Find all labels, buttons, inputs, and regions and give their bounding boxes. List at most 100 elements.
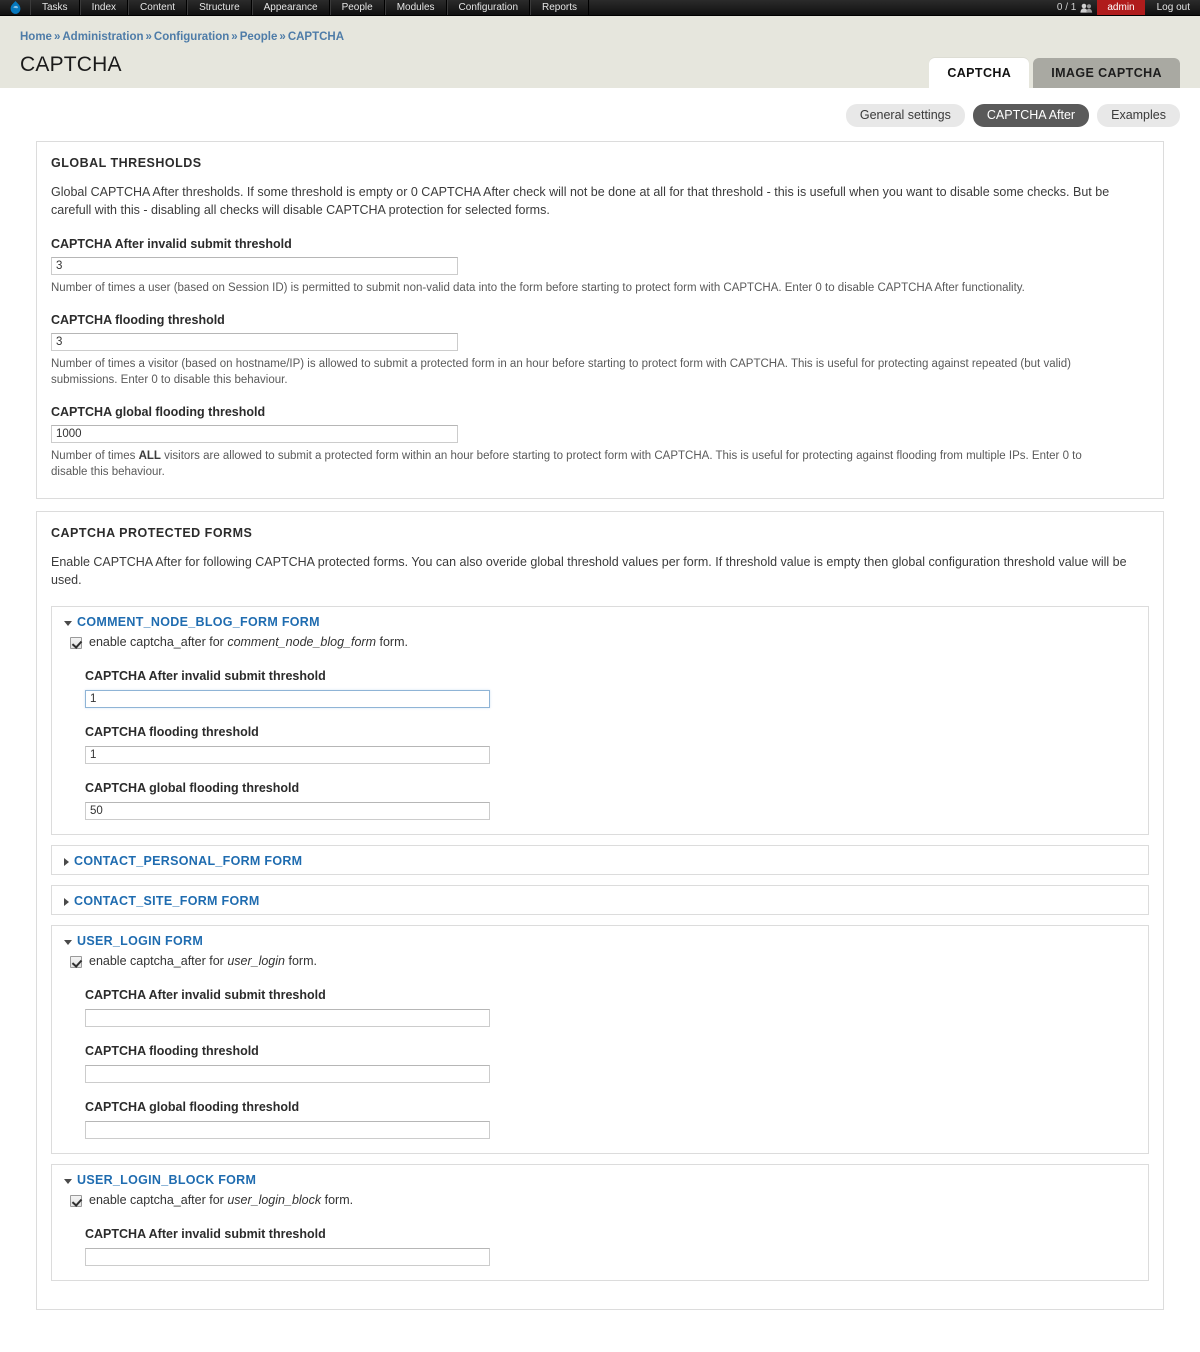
user-count[interactable]: 0 / 1 bbox=[1049, 0, 1097, 15]
toolbar-logout[interactable]: Log out bbox=[1145, 0, 1200, 15]
flooding-threshold-input[interactable] bbox=[85, 1065, 490, 1083]
enable-captcha-after-row-user-login-block[interactable]: enable captcha_after for user_login_bloc… bbox=[69, 1193, 1136, 1208]
fieldset-title: CONTACT_SITE_FORM FORM bbox=[74, 894, 260, 908]
admin-toolbar: Tasks Index Content Structure Appearance… bbox=[0, 0, 1200, 16]
global-invalid-submit-threshold-input[interactable] bbox=[51, 257, 458, 275]
field-global-global-flooding-threshold: CAPTCHA global flooding threshold Number… bbox=[51, 404, 1149, 480]
breadcrumb-separator: » bbox=[145, 31, 152, 43]
toolbar-item-index[interactable]: Index bbox=[79, 0, 129, 15]
drupal-logo[interactable] bbox=[0, 0, 30, 15]
field-flooding-threshold-comment-node-blog-form: CAPTCHA flooding threshold bbox=[69, 724, 1136, 764]
fieldset-contact-site-form: CONTACT_SITE_FORM FORM bbox=[51, 885, 1149, 915]
global-flooding-threshold-input[interactable] bbox=[85, 802, 490, 820]
field-global-flooding-threshold: CAPTCHA flooding threshold Number of tim… bbox=[51, 312, 1149, 388]
fieldset-legend-contact-personal-form[interactable]: CONTACT_PERSONAL_FORM FORM bbox=[52, 846, 1148, 874]
breadcrumb-item-people[interactable]: People bbox=[240, 31, 278, 43]
field-label: CAPTCHA After invalid submit threshold bbox=[51, 237, 292, 251]
toolbar-item-structure[interactable]: Structure bbox=[187, 0, 252, 15]
secondary-tabs: General settings CAPTCHA After Examples bbox=[0, 88, 1200, 127]
field-label: CAPTCHA flooding threshold bbox=[85, 725, 259, 739]
field-description: Number of times a user (based on Session… bbox=[51, 282, 1025, 294]
chevron-down-icon bbox=[64, 939, 72, 945]
cb-machine-name: user_login bbox=[227, 954, 285, 968]
breadcrumb-separator: » bbox=[53, 31, 61, 43]
enable-captcha-after-checkbox[interactable] bbox=[70, 636, 82, 649]
fieldset-title: COMMENT_NODE_BLOG_FORM FORM bbox=[77, 615, 320, 629]
field-invalid-submit-threshold-user-login: CAPTCHA After invalid submit threshold bbox=[69, 987, 1136, 1027]
toolbar-item-content[interactable]: Content bbox=[128, 0, 188, 15]
enable-captcha-after-checkbox[interactable] bbox=[70, 1194, 82, 1207]
enable-captcha-after-row-comment-node-blog-form[interactable]: enable captcha_after for comment_node_bl… bbox=[69, 635, 1136, 650]
flooding-threshold-input[interactable] bbox=[85, 746, 490, 764]
global-flooding-threshold-input[interactable] bbox=[85, 1121, 490, 1139]
field-global-invalid-submit-threshold: CAPTCHA After invalid submit threshold N… bbox=[51, 236, 1149, 296]
invalid-submit-threshold-input[interactable] bbox=[85, 1248, 490, 1266]
global-thresholds-panel: GLOBAL THRESHOLDS Global CAPTCHA After t… bbox=[36, 141, 1164, 499]
toolbar-item-tasks[interactable]: Tasks bbox=[30, 0, 80, 15]
field-label: CAPTCHA After invalid submit threshold bbox=[85, 988, 326, 1002]
tab-image-captcha[interactable]: IMAGE CAPTCHA bbox=[1033, 58, 1180, 88]
fieldset-body: enable captcha_after for comment_node_bl… bbox=[52, 635, 1148, 834]
breadcrumb-separator: » bbox=[279, 31, 286, 43]
toolbar-item-reports[interactable]: Reports bbox=[530, 0, 590, 15]
field-label: CAPTCHA global flooding threshold bbox=[51, 405, 266, 419]
user-count-label: 0 / 1 bbox=[1056, 2, 1077, 13]
people-icon bbox=[1080, 3, 1093, 13]
global-global-flooding-threshold-input[interactable] bbox=[51, 425, 458, 443]
toolbar-item-people[interactable]: People bbox=[329, 0, 385, 15]
enable-captcha-after-row-user-login[interactable]: enable captcha_after for user_login form… bbox=[69, 954, 1136, 969]
page-header: Home» Administration» Configuration» People… bbox=[0, 16, 1200, 88]
cb-machine-name: user_login_block bbox=[227, 1193, 322, 1207]
toolbar-menu: Tasks Index Content Structure Appearance… bbox=[30, 0, 590, 15]
tab-captcha[interactable]: CAPTCHA bbox=[929, 58, 1030, 88]
toolbar-item-configuration[interactable]: Configuration bbox=[446, 0, 531, 15]
subtab-general-settings[interactable]: General settings bbox=[845, 104, 965, 127]
cb-prefix: enable captcha_after for bbox=[89, 635, 224, 649]
toolbar-item-modules[interactable]: Modules bbox=[384, 0, 447, 15]
breadcrumb-item-configuration[interactable]: Configuration bbox=[154, 31, 229, 43]
fieldset-legend-user-login-block[interactable]: USER_LOGIN_BLOCK FORM bbox=[52, 1165, 1148, 1193]
enable-captcha-after-label: enable captcha_after for user_login form… bbox=[89, 954, 317, 969]
breadcrumb-item-captcha[interactable]: CAPTCHA bbox=[288, 31, 344, 43]
breadcrumb-item-administration[interactable]: Administration bbox=[62, 31, 143, 43]
field-global-flooding-threshold-comment-node-blog-form: CAPTCHA global flooding threshold bbox=[69, 780, 1136, 820]
desc-bold: ALL bbox=[138, 450, 161, 462]
enable-captcha-after-label: enable captcha_after for comment_node_bl… bbox=[89, 635, 408, 650]
desc-pre: Number of times bbox=[51, 450, 139, 462]
field-label: CAPTCHA global flooding threshold bbox=[85, 781, 300, 795]
cb-suffix: form. bbox=[288, 954, 317, 968]
breadcrumb-separator: » bbox=[231, 31, 238, 43]
field-label: CAPTCHA flooding threshold bbox=[51, 313, 225, 327]
toolbar-user-admin[interactable]: admin bbox=[1097, 0, 1145, 15]
fieldset-legend-contact-site-form[interactable]: CONTACT_SITE_FORM FORM bbox=[52, 886, 1148, 914]
field-label: CAPTCHA global flooding threshold bbox=[85, 1100, 300, 1114]
field-description: Number of times ALL visitors are allowed… bbox=[51, 448, 1121, 480]
subtab-captcha-after[interactable]: CAPTCHA After bbox=[972, 104, 1090, 127]
fieldset-legend-comment-node-blog-form[interactable]: COMMENT_NODE_BLOG_FORM FORM bbox=[52, 607, 1148, 635]
fieldset-title: CONTACT_PERSONAL_FORM FORM bbox=[74, 854, 303, 868]
invalid-submit-threshold-input[interactable] bbox=[85, 690, 490, 708]
global-flooding-threshold-input[interactable] bbox=[51, 333, 458, 351]
enable-captcha-after-checkbox[interactable] bbox=[70, 955, 82, 968]
fieldset-comment-node-blog-form: COMMENT_NODE_BLOG_FORM FORM enable captc… bbox=[51, 606, 1149, 835]
protected-forms-description: Enable CAPTCHA After for following CAPTC… bbox=[51, 555, 1127, 587]
toolbar-item-appearance[interactable]: Appearance bbox=[251, 0, 330, 15]
subtab-examples[interactable]: Examples bbox=[1097, 104, 1180, 127]
invalid-submit-threshold-input[interactable] bbox=[85, 1009, 490, 1027]
primary-tabs: CAPTCHA IMAGE CAPTCHA bbox=[929, 58, 1180, 88]
breadcrumb: Home» Administration» Configuration» People… bbox=[0, 30, 1200, 44]
drupal-droplet-icon bbox=[10, 1, 20, 14]
chevron-down-icon bbox=[64, 620, 72, 626]
cb-suffix: form. bbox=[379, 635, 408, 649]
chevron-right-icon bbox=[64, 857, 69, 866]
field-global-flooding-threshold-user-login: CAPTCHA global flooding threshold bbox=[69, 1099, 1136, 1139]
cb-suffix: form. bbox=[324, 1193, 354, 1207]
fieldset-legend-user-login[interactable]: USER_LOGIN FORM bbox=[52, 926, 1148, 954]
cb-machine-name: comment_node_blog_form bbox=[227, 635, 377, 649]
field-description: Number of times a visitor (based on host… bbox=[51, 358, 1071, 386]
global-thresholds-description: Global CAPTCHA After thresholds. If some… bbox=[51, 185, 1110, 217]
cb-prefix: enable captcha_after for bbox=[89, 1193, 224, 1207]
fieldset-contact-personal-form: CONTACT_PERSONAL_FORM FORM bbox=[51, 845, 1149, 875]
breadcrumb-item-home[interactable]: Home bbox=[20, 31, 52, 43]
field-label: CAPTCHA After invalid submit threshold bbox=[85, 669, 326, 683]
